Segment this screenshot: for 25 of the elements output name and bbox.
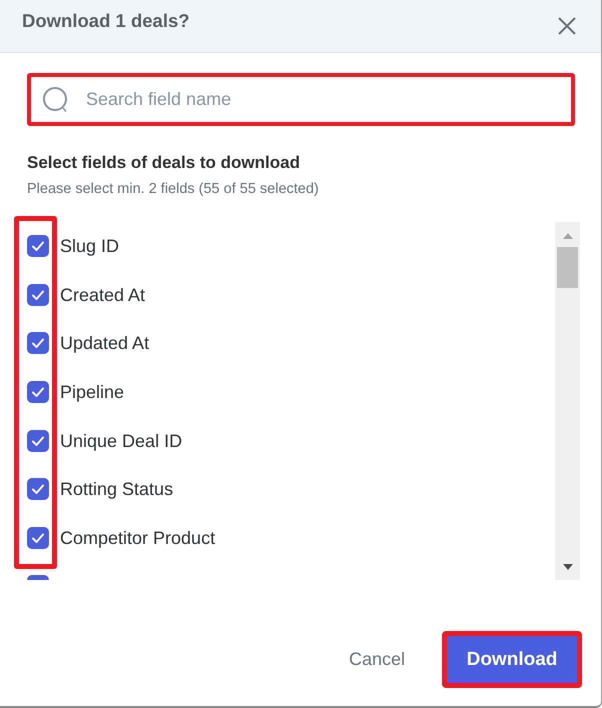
search-icon: [43, 87, 68, 112]
checkbox[interactable]: [27, 526, 49, 549]
scrollbar[interactable]: [555, 222, 580, 580]
checkbox[interactable]: [27, 235, 49, 258]
checkbox[interactable]: [27, 381, 49, 404]
checkbox[interactable]: [27, 284, 49, 306]
field-label: Unique Deal ID: [60, 430, 182, 452]
selection-hint: Please select min. 2 fields (55 of 55 selected): [27, 180, 320, 198]
cancel-button[interactable]: Cancel: [348, 649, 405, 670]
field-label: Updated At: [60, 332, 150, 354]
checkbox[interactable]: [27, 478, 49, 500]
field-label: Slug ID: [60, 235, 120, 258]
section-title: Select fields of deals to download: [27, 152, 301, 174]
field-label: Competitor Product: [60, 526, 216, 549]
field-label: Created At: [60, 284, 146, 306]
search-field[interactable]: Search field name: [27, 73, 575, 126]
scrollbar-thumb[interactable]: [557, 247, 578, 288]
field-label: Rotting Status: [60, 478, 174, 500]
checkbox[interactable]: [27, 332, 49, 354]
field-label: Pipeline: [60, 381, 124, 404]
close-icon[interactable]: [558, 17, 576, 35]
dialog-title: Download 1 deals?: [22, 10, 190, 32]
scroll-down-icon[interactable]: [562, 564, 572, 570]
checkbox[interactable]: [27, 430, 49, 452]
download-button[interactable]: Download: [442, 631, 582, 688]
